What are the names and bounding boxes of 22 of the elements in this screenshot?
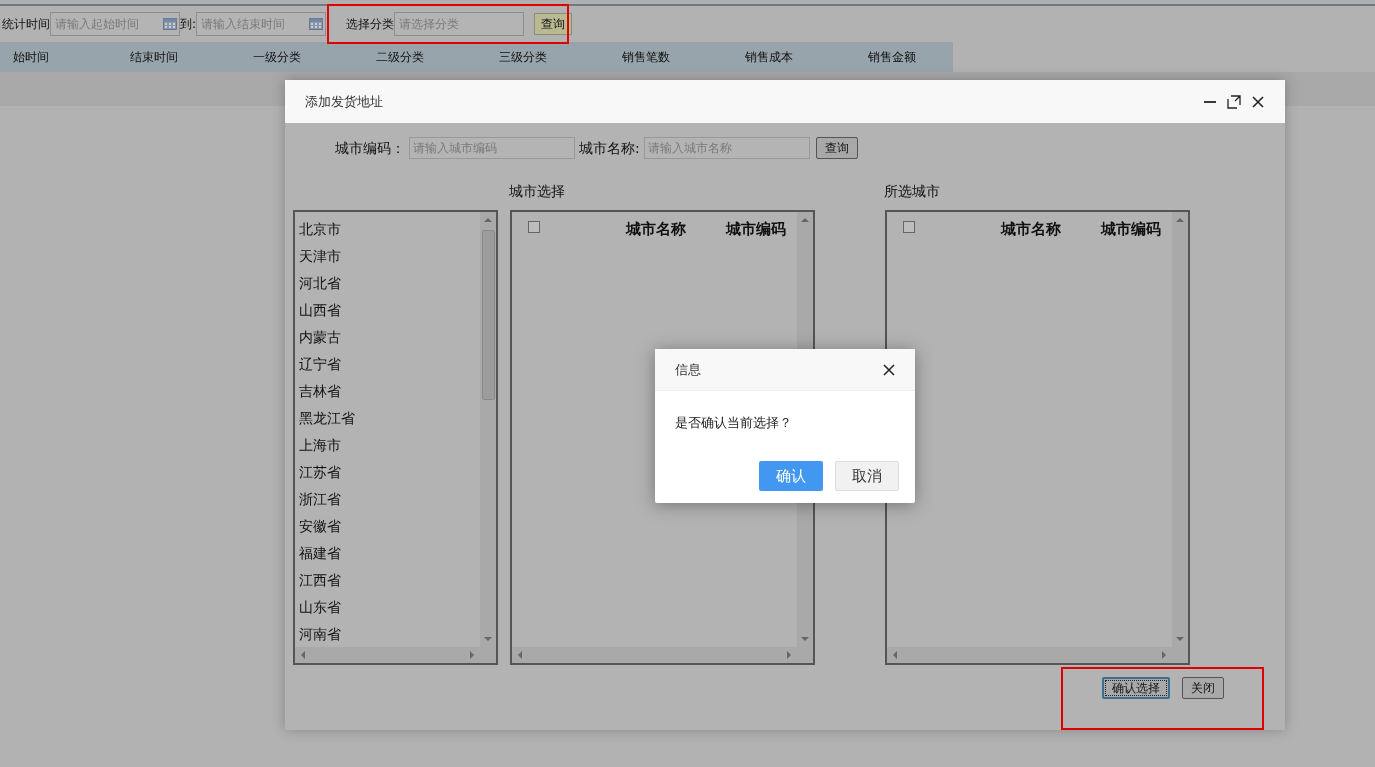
- panel-title: 所选城市: [884, 182, 940, 201]
- dialog-title: 添加发货地址: [305, 92, 383, 111]
- column-header: 城市编码: [726, 219, 786, 240]
- column-header: 销售金额: [866, 49, 917, 66]
- column-header: 二级分类: [375, 49, 426, 66]
- column-header: 销售成本: [743, 49, 794, 66]
- field-label: 统计时间: [2, 16, 50, 33]
- column-header: 三级分类: [497, 49, 548, 66]
- column-header: 城市名称: [624, 219, 687, 240]
- column-header: 结束时间: [129, 49, 180, 66]
- column-header: 始时间: [12, 49, 51, 66]
- field-label: 城市编码：: [335, 138, 405, 158]
- column-header: 一级分类: [252, 49, 303, 66]
- panel-title: 城市选择: [509, 182, 566, 201]
- column-header: 城市名称: [999, 219, 1062, 240]
- message-title: 信息: [675, 360, 701, 379]
- field-label: 选择分类: [346, 16, 395, 33]
- field-label: 到:: [180, 16, 197, 33]
- column-header: 城市编码: [1101, 219, 1161, 240]
- message-text: 是否确认当前选择？: [674, 414, 793, 432]
- column-header: 销售笔数: [620, 49, 671, 66]
- field-label: 城市名称:: [579, 138, 640, 158]
